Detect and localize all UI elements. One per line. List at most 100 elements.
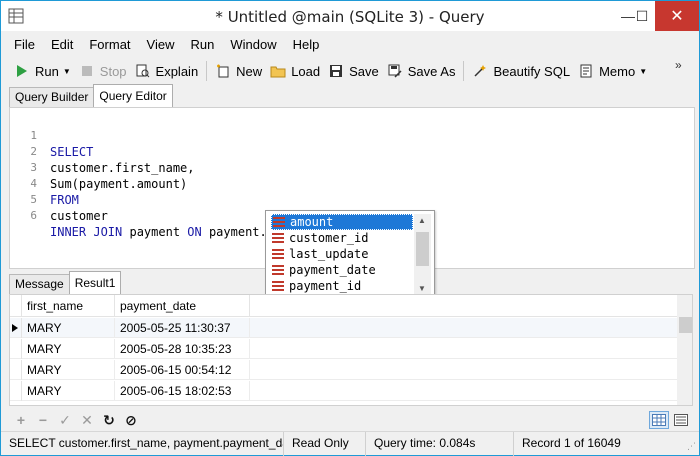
table-cell[interactable]: MARY xyxy=(22,381,115,401)
table-cell[interactable]: 2005-05-28 10:35:23 xyxy=(115,339,250,359)
explain-button[interactable]: Explain xyxy=(131,60,203,82)
menu-window[interactable]: Window xyxy=(218,35,280,55)
scroll-up-icon[interactable]: ▲ xyxy=(418,216,426,225)
autocomplete-item[interactable]: payment_id xyxy=(271,278,413,294)
stop-icon xyxy=(79,63,95,79)
new-button[interactable]: New xyxy=(211,60,266,82)
title-bar: * Untitled @main (SQLite 3) - Query — ☐ … xyxy=(1,1,699,31)
tab-result1[interactable]: Result1 xyxy=(68,271,122,294)
status-mode: Read Only xyxy=(284,432,366,456)
autocomplete-item-label: last_update xyxy=(289,247,369,261)
autocomplete-item[interactable]: last_update xyxy=(271,246,413,262)
table-cell[interactable]: MARY xyxy=(22,318,115,338)
maximize-button[interactable]: ☐ xyxy=(629,1,655,31)
toolbar-overflow-button[interactable]: » xyxy=(675,59,682,71)
column-header-first-name[interactable]: first_name xyxy=(22,295,115,317)
beautify-sql-button[interactable]: Beautify SQL xyxy=(468,60,574,82)
autocomplete-scrollbar[interactable]: ▲ ▼ xyxy=(414,214,431,296)
discard-changes-button[interactable]: ✕ xyxy=(77,410,97,430)
status-bar: SELECT customer.first_name, payment.paym… xyxy=(1,431,699,456)
beautify-label: Beautify SQL xyxy=(493,63,571,79)
grid-view-icon xyxy=(652,414,666,426)
apply-changes-button[interactable]: ✓ xyxy=(55,410,75,430)
delete-record-button[interactable]: − xyxy=(33,410,53,430)
menu-edit[interactable]: Edit xyxy=(39,35,77,55)
memo-icon xyxy=(578,63,594,79)
run-label: Run xyxy=(35,63,59,79)
table-row[interactable]: MARY 2005-06-15 00:54:12 xyxy=(10,360,677,380)
table-row[interactable]: MARY 2005-05-25 11:30:37 xyxy=(10,318,677,338)
table-row[interactable]: MARY 2005-05-28 10:35:23 xyxy=(10,339,677,359)
editor-tabs: Query Builder Query Editor xyxy=(9,84,173,107)
table-cell[interactable]: 2005-06-15 00:54:12 xyxy=(115,360,250,380)
save-icon xyxy=(328,63,344,79)
menu-run[interactable]: Run xyxy=(178,35,218,55)
save-as-button[interactable]: Save As xyxy=(383,60,460,82)
autocomplete-item-label: amount xyxy=(290,215,334,229)
status-sql: SELECT customer.first_name, payment.paym… xyxy=(1,432,284,456)
code-text: customer.first_name, xyxy=(50,161,195,175)
table-cell[interactable]: 2005-05-25 11:30:37 xyxy=(115,318,250,338)
row-indicator-header xyxy=(10,295,22,317)
add-record-button[interactable]: + xyxy=(11,410,31,430)
stop-button[interactable]: Stop xyxy=(75,60,131,82)
resize-grip-icon[interactable]: ⋰ xyxy=(687,441,696,452)
menu-bar: File Edit Format View Run Window Help xyxy=(1,35,699,55)
close-button[interactable]: ✕ xyxy=(655,1,699,31)
autocomplete-item[interactable]: customer_id xyxy=(271,230,413,246)
app-window: * Untitled @main (SQLite 3) - Query — ☐ … xyxy=(0,0,700,456)
run-dropdown-icon[interactable]: ▼ xyxy=(63,67,71,76)
menu-view[interactable]: View xyxy=(135,35,179,55)
column-header-payment-date[interactable]: payment_date xyxy=(115,295,250,317)
grid-header: first_name payment_date xyxy=(10,295,677,317)
menu-file[interactable]: File xyxy=(1,35,39,55)
row-indicator xyxy=(10,381,22,401)
autocomplete-item[interactable]: amount xyxy=(271,214,413,230)
menu-help[interactable]: Help xyxy=(281,35,324,55)
table-row[interactable]: MARY 2005-06-15 18:02:53 xyxy=(10,381,677,401)
save-button[interactable]: Save xyxy=(324,60,383,82)
memo-label: Memo xyxy=(599,63,636,79)
tab-query-builder[interactable]: Query Builder xyxy=(9,87,95,107)
toolbar-divider xyxy=(463,61,465,81)
code-text: SELECT xyxy=(50,145,94,159)
toolbar: Run ▼ Stop Explain New Load Save Save As… xyxy=(1,58,699,84)
code-line: 5 customer xyxy=(10,176,107,223)
grid-view-button[interactable] xyxy=(649,411,669,429)
load-button[interactable]: Load xyxy=(266,60,324,82)
autocomplete-item-label: payment_id xyxy=(289,279,362,293)
code-text: INNER JOIN payment ON payment. xyxy=(50,224,267,240)
row-indicator xyxy=(10,318,22,338)
load-label: Load xyxy=(291,63,321,79)
memo-button[interactable]: Memo ▼ xyxy=(574,60,651,82)
column-icon xyxy=(272,249,284,259)
refresh-button[interactable]: ↻ xyxy=(99,410,119,430)
identifier: payment xyxy=(122,225,188,239)
folder-icon xyxy=(270,63,286,79)
result-grid[interactable]: first_name payment_date MARY 2005-05-25 … xyxy=(9,294,693,406)
scroll-down-icon[interactable]: ▼ xyxy=(418,284,426,293)
column-icon xyxy=(272,281,284,291)
run-button[interactable]: Run ▼ xyxy=(10,60,75,82)
window-title: * Untitled @main (SQLite 3) - Query xyxy=(215,8,485,26)
tab-query-editor[interactable]: Query Editor xyxy=(93,84,173,107)
keyword: INNER JOIN xyxy=(50,225,123,239)
table-cell[interactable]: MARY xyxy=(22,339,115,359)
record-navigator: + − ✓ ✕ ↻ ⊘ xyxy=(9,409,693,431)
form-view-button[interactable] xyxy=(671,411,691,429)
scrollbar-thumb[interactable] xyxy=(679,317,692,333)
menu-format[interactable]: Format xyxy=(77,35,134,55)
memo-dropdown-icon[interactable]: ▼ xyxy=(639,67,647,76)
table-cell[interactable]: 2005-06-15 18:02:53 xyxy=(115,381,250,401)
autocomplete-item[interactable]: payment_date xyxy=(271,262,413,278)
autocomplete-popup: amount customer_id last_update payment_d… xyxy=(265,210,435,299)
scrollbar-thumb[interactable] xyxy=(416,232,429,266)
grid-scrollbar[interactable] xyxy=(677,295,692,405)
table-cell[interactable]: MARY xyxy=(22,360,115,380)
save-as-label: Save As xyxy=(407,63,456,79)
form-view-icon xyxy=(674,414,688,426)
stop-fetch-button[interactable]: ⊘ xyxy=(121,410,141,430)
tab-message[interactable]: Message xyxy=(9,274,70,294)
code-line: 2 customer.first_name, xyxy=(10,128,194,175)
save-as-icon xyxy=(387,63,403,79)
